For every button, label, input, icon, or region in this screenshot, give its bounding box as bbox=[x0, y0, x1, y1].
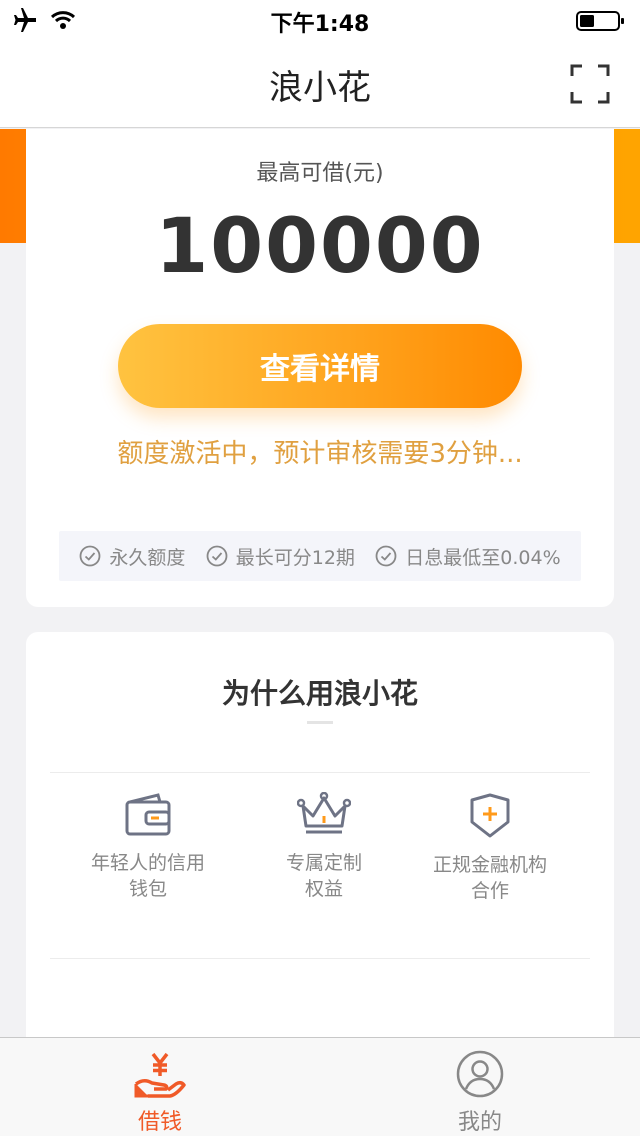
user-icon bbox=[456, 1050, 504, 1098]
view-details-button[interactable]: 查看详情 bbox=[118, 324, 522, 408]
title-underline bbox=[307, 721, 333, 724]
divider bbox=[50, 958, 590, 959]
why-use-card: 为什么用浪小花 年轻人的信用 钱包 专属定制 权益 正规金融机构 合作 bbox=[26, 632, 614, 1052]
scan-button[interactable] bbox=[570, 64, 610, 104]
tab-bar: 借钱 我的 bbox=[0, 1037, 640, 1136]
loan-limit-card: 最高可借(元) 100000 查看详情 额度激活中，预计审核需要3分钟... 永… bbox=[26, 129, 614, 607]
shield-plus-icon bbox=[470, 793, 510, 838]
limit-amount: 100000 bbox=[155, 201, 485, 290]
tab-label: 我的 bbox=[457, 1110, 502, 1135]
feature-label: 日息最低至0.04% bbox=[405, 546, 561, 569]
benefit-label: 专属定制 权益 bbox=[285, 852, 362, 900]
crown-icon bbox=[297, 792, 351, 834]
feature-item: 永久额度 bbox=[79, 543, 185, 570]
page-title: 浪小花 bbox=[269, 68, 371, 108]
feature-label: 最长可分12期 bbox=[235, 546, 355, 569]
benefit-item: 正规金融机构 合作 bbox=[400, 792, 580, 904]
section-title: 为什么用浪小花 bbox=[221, 677, 418, 710]
benefit-label: 正规金融机构 合作 bbox=[432, 854, 547, 902]
features-strip: 永久额度 最长可分12期 日息最低至0.04% bbox=[59, 531, 581, 581]
activation-status-note: 额度激活中，预计审核需要3分钟... bbox=[117, 439, 523, 469]
divider bbox=[50, 772, 590, 773]
feature-item: 最长可分12期 bbox=[206, 543, 355, 570]
scan-icon bbox=[570, 64, 610, 104]
feature-item: 日息最低至0.04% bbox=[375, 543, 561, 570]
tab-mine[interactable]: 我的 bbox=[320, 1038, 640, 1136]
battery-icon bbox=[576, 11, 624, 31]
benefit-label: 年轻人的信用 钱包 bbox=[90, 852, 205, 900]
check-circle-icon bbox=[79, 545, 101, 567]
status-bar: 下午1:48 bbox=[0, 0, 640, 40]
tab-label: 借钱 bbox=[137, 1110, 182, 1135]
check-circle-icon bbox=[206, 545, 228, 567]
status-time: 下午1:48 bbox=[270, 12, 370, 37]
feature-label: 永久额度 bbox=[109, 546, 186, 569]
nav-bar: 浪小花 bbox=[0, 40, 640, 128]
wallet-icon bbox=[125, 793, 171, 836]
limit-label: 最高可借(元) bbox=[256, 161, 384, 186]
hand-yen-icon bbox=[134, 1052, 186, 1098]
benefit-item: 专属定制 权益 bbox=[234, 792, 414, 902]
benefit-item: 年轻人的信用 钱包 bbox=[58, 792, 238, 902]
check-circle-icon bbox=[375, 545, 397, 567]
tab-borrow[interactable]: 借钱 bbox=[0, 1038, 320, 1136]
